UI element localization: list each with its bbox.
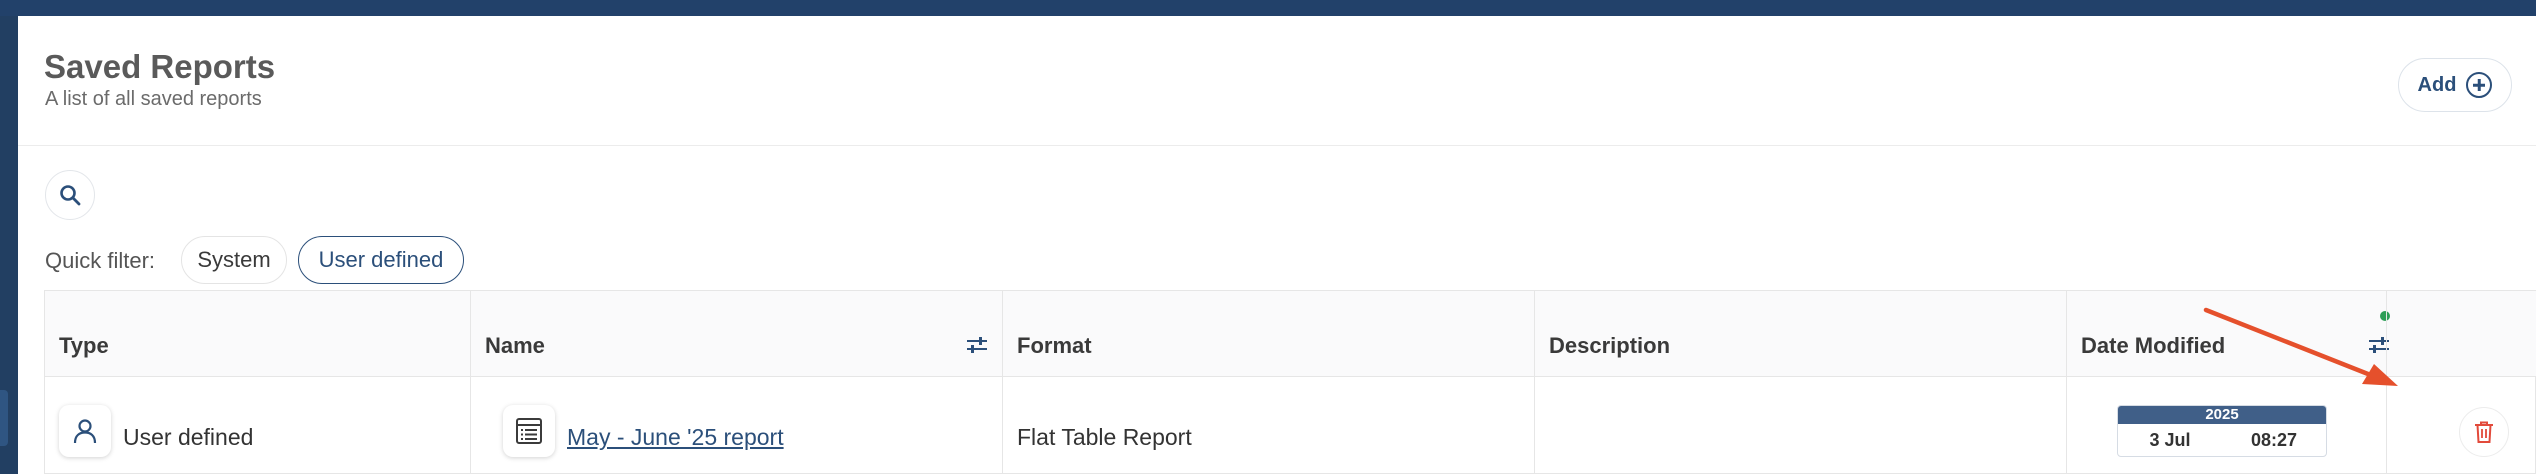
column-divider <box>470 291 471 474</box>
report-sheet-icon <box>516 418 542 444</box>
page-subtitle: A list of all saved reports <box>45 88 262 110</box>
search-button[interactable] <box>45 170 95 220</box>
chip-system[interactable]: System <box>181 236 287 284</box>
app-top-bar <box>0 0 2536 16</box>
user-icon <box>73 419 97 444</box>
plus-circle-icon <box>2466 72 2493 98</box>
sliders-icon[interactable] <box>965 335 989 355</box>
column-divider <box>2066 291 2067 474</box>
date-day: 3 Jul <box>2149 429 2191 450</box>
column-header-date-modified[interactable]: Date Modified <box>2081 333 2225 359</box>
quick-filter-label: Quick filter: <box>45 248 156 273</box>
column-divider <box>2386 291 2387 474</box>
column-header-format[interactable]: Format <box>1017 333 1092 359</box>
column-header-name[interactable]: Name <box>485 333 545 359</box>
filter-active-dot <box>2380 311 2390 321</box>
column-header-description[interactable]: Description <box>1549 333 1670 359</box>
add-button-label: Add <box>2417 73 2457 96</box>
report-name-link[interactable]: May - June '25 report <box>567 424 784 451</box>
delete-button[interactable] <box>2459 407 2509 457</box>
search-icon <box>60 185 81 206</box>
left-rail-tab[interactable] <box>0 390 8 446</box>
page-title: Saved Reports <box>44 48 276 85</box>
row-format: Flat Table Report <box>1017 424 1192 450</box>
date-modified-badge: 2025 3 Jul 08:27 <box>2117 405 2327 457</box>
saved-reports-panel: Saved Reports A list of all saved report… <box>18 16 2536 474</box>
column-header-type[interactable]: Type <box>59 333 109 359</box>
add-report-button[interactable]: Add <box>2398 58 2512 112</box>
header-divider <box>18 145 2536 146</box>
column-divider <box>1002 291 1003 474</box>
name-icon-box <box>503 405 555 457</box>
sliders-icon[interactable] <box>2367 335 2391 355</box>
trash-icon <box>2475 421 2493 443</box>
date-time: 08:27 <box>2250 429 2298 450</box>
type-icon-box <box>59 405 111 457</box>
row-type: User defined <box>123 424 254 450</box>
chip-user-defined[interactable]: User defined <box>298 236 464 284</box>
date-year: 2025 <box>2118 406 2326 424</box>
column-divider <box>1534 291 1535 474</box>
reports-table: Type Name Format Description Date Modifi… <box>44 290 2536 474</box>
table-header: Type Name Format Description Date Modifi… <box>45 291 2536 377</box>
